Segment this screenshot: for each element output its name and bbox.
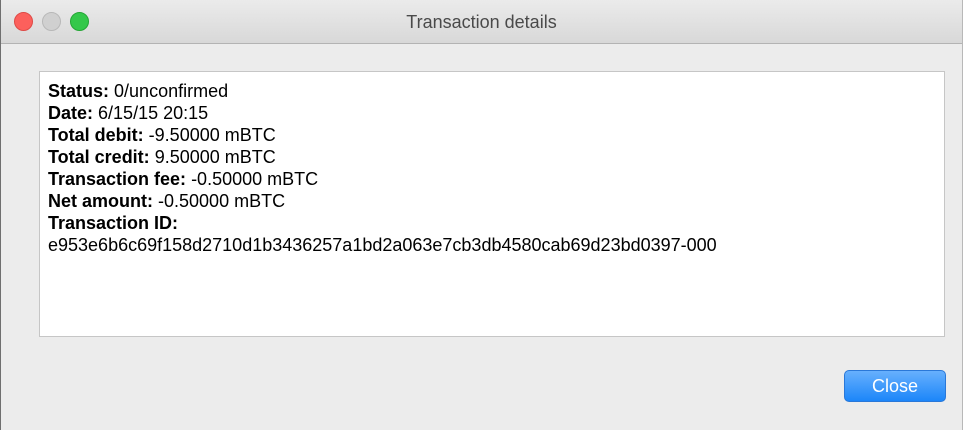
net-amount-label: Net amount: — [48, 191, 153, 211]
transaction-fee-value: -0.50000 mBTC — [191, 169, 319, 189]
total-debit-line: Total debit: -9.50000 mBTC — [48, 124, 944, 146]
transaction-id-label: Transaction ID: — [48, 213, 179, 233]
transaction-id-line: Transaction ID: — [48, 212, 944, 234]
close-button[interactable]: Close — [844, 370, 946, 402]
window-title: Transaction details — [406, 12, 557, 32]
date-line: Date: 6/15/15 20:15 — [48, 102, 944, 124]
date-value: 6/15/15 20:15 — [98, 103, 209, 123]
total-credit-value: 9.50000 mBTC — [154, 147, 276, 167]
title-bar[interactable]: Transaction details — [1, 0, 962, 44]
status-label: Status: — [48, 81, 110, 101]
transaction-fee-label: Transaction fee: — [48, 169, 187, 189]
transaction-details-window: Transaction details Status: 0/unconfirme… — [0, 0, 963, 430]
date-label: Date: — [48, 103, 94, 123]
transaction-id-value: e953e6b6c69f158d2710d1b3436257a1bd2a063e… — [48, 235, 717, 255]
net-amount-line: Net amount: -0.50000 mBTC — [48, 190, 944, 212]
total-debit-value: -9.50000 mBTC — [148, 125, 276, 145]
transaction-details-text[interactable]: Status: 0/unconfirmed Date: 6/15/15 20:1… — [39, 71, 945, 337]
transaction-fee-line: Transaction fee: -0.50000 mBTC — [48, 168, 944, 190]
total-credit-line: Total credit: 9.50000 mBTC — [48, 146, 944, 168]
status-value: 0/unconfirmed — [114, 81, 229, 101]
net-amount-value: -0.50000 mBTC — [158, 191, 286, 211]
total-debit-label: Total debit: — [48, 125, 144, 145]
total-credit-label: Total credit: — [48, 147, 150, 167]
status-line: Status: 0/unconfirmed — [48, 80, 944, 102]
